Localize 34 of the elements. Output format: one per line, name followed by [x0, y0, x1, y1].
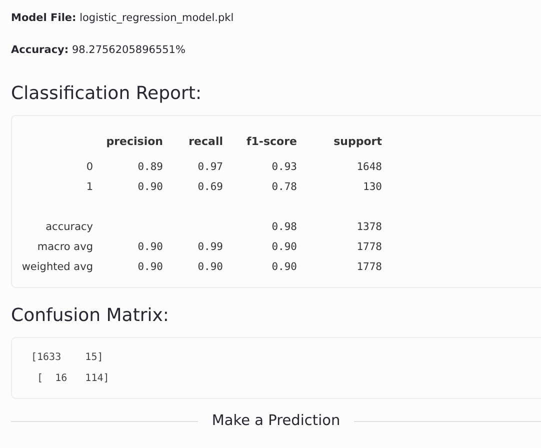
section-heading: Classification Report: [11, 82, 203, 106]
table-cell-text: 0.90 [136, 260, 163, 275]
table-cell-text: 1778 [356, 240, 382, 255]
accuracy-text: Accuracy: 98.2756205896551% [11, 43, 186, 58]
table-cell-text: 0.97 [196, 160, 223, 175]
column-header: support [332, 134, 382, 150]
matrix-row-text: [ 16 114] [36, 373, 110, 384]
table-cell-text: 0.98 [270, 220, 297, 235]
table-cell-text: 130 [362, 180, 382, 195]
column-header: precision [105, 134, 163, 150]
table-cell-text: 1778 [356, 260, 382, 275]
column-header: f1-score [245, 134, 297, 150]
column-header: recall [188, 134, 223, 150]
table-cell-text: 0.90 [136, 240, 163, 255]
row-label: macro avg [36, 240, 93, 255]
table-cell-text: 0.99 [196, 240, 223, 255]
table-cell-text: 0.90 [270, 260, 297, 275]
model-file-text: Model File: logistic_regression_model.pkl [11, 11, 235, 26]
table-cell-text: 1378 [356, 220, 382, 235]
table-cell-text: 0.90 [136, 180, 163, 195]
row-label: 1 [85, 180, 93, 195]
table-cell-text: 0.69 [196, 180, 223, 195]
section-divider-title: Make a Prediction [212, 413, 340, 429]
row-label: weighted avg [20, 260, 93, 275]
table-cell-text: 1648 [356, 160, 382, 175]
section-heading: Confusion Matrix: [11, 304, 170, 328]
matrix-row: [1633 15] [31, 352, 104, 363]
table-cell-text: 0.90 [270, 240, 297, 255]
table-cell-text: 0.89 [136, 160, 163, 175]
table-cell-text: 0.78 [270, 180, 297, 195]
row-label: accuracy [44, 220, 93, 235]
row-label: 0 [85, 160, 93, 175]
table-cell-text: 0.90 [196, 260, 223, 275]
table-cell-text: 0.93 [270, 160, 297, 175]
